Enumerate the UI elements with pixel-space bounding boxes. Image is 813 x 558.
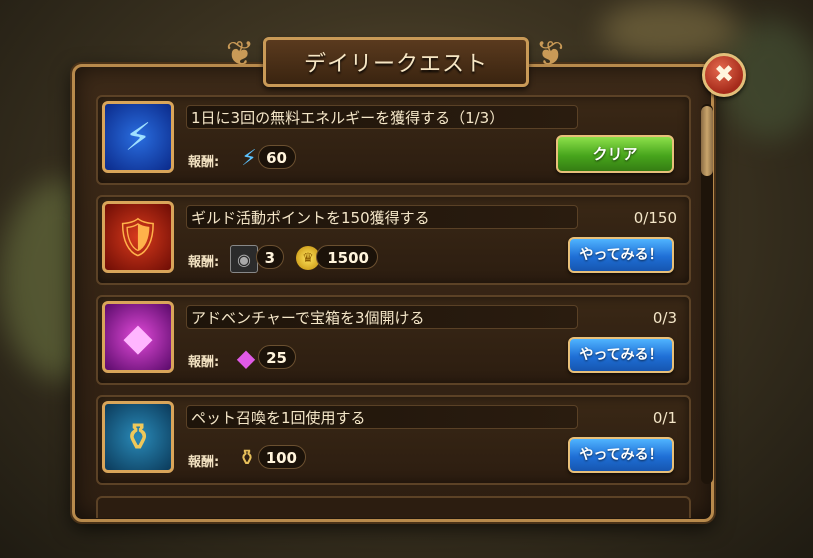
quest-title: ギルド活動ポイントを150獲得する	[186, 205, 578, 229]
pet-summon-bottle-icon: ⚱	[102, 401, 174, 473]
guild-shield-flame-icon: 🛡	[102, 201, 174, 273]
quest-progress: 0/1	[652, 409, 677, 427]
reward-value: 100	[258, 445, 306, 469]
reward-label: 報酬:	[188, 355, 220, 370]
background-blur	[600, 0, 740, 60]
reward-value: 1500	[316, 245, 378, 269]
quest-row-partial	[96, 496, 691, 518]
quest-progress: 0/150	[633, 209, 677, 227]
clear-button[interactable]: クリア	[556, 135, 674, 173]
quest-title: アドベンチャーで宝箱を3個開ける	[186, 305, 578, 329]
reward-value: 3	[256, 245, 284, 269]
quest-row: ◆ アドベンチャーで宝箱を3個開ける 0/3 報酬: ◆ 25 やってみる！	[96, 295, 691, 385]
token-medal-icon: ◉	[230, 245, 258, 273]
pet-summon-bottle-icon: ⚱	[237, 445, 257, 471]
purple-crystal-cube-icon: ◆	[102, 301, 174, 373]
reward-label: 報酬:	[188, 255, 220, 270]
reward-label: 報酬:	[188, 155, 220, 170]
quest-progress: 0/3	[652, 309, 677, 327]
quest-row: ⚡ 1日に3回の無料エネルギーを獲得する（1/3） 報酬: ⚡ 60 クリア	[96, 95, 691, 185]
reward-value: 60	[258, 145, 296, 169]
ornamental-wing-icon: ❦	[535, 34, 565, 74]
ornamental-wing-icon: ❦	[225, 34, 255, 74]
energy-lightning-icon: ⚡	[102, 101, 174, 173]
close-button[interactable]: ✖	[702, 53, 746, 97]
close-x-icon: ✖	[713, 60, 735, 88]
reward-value: 25	[258, 345, 296, 369]
quest-row: 🛡 ギルド活動ポイントを150獲得する 0/150 報酬: ◉ 3 ♛ 1500…	[96, 195, 691, 285]
scroll-thumb[interactable]	[701, 106, 713, 176]
scrollbar[interactable]	[701, 104, 713, 484]
try-it-button[interactable]: やってみる！	[568, 437, 674, 473]
try-it-button[interactable]: やってみる！	[568, 337, 674, 373]
purple-gem-icon: ◆	[236, 344, 256, 372]
try-it-button[interactable]: やってみる！	[568, 237, 674, 273]
reward-label: 報酬:	[188, 455, 220, 470]
quest-row: ⚱ ペット召喚を1回使用する 0/1 報酬: ⚱ 100 やってみる！	[96, 395, 691, 485]
quest-title: ペット召喚を1回使用する	[186, 405, 578, 429]
window-title: デイリークエスト	[303, 52, 488, 77]
title-plate: デイリークエスト	[263, 37, 529, 87]
quest-title: 1日に3回の無料エネルギーを獲得する（1/3）	[186, 105, 578, 129]
